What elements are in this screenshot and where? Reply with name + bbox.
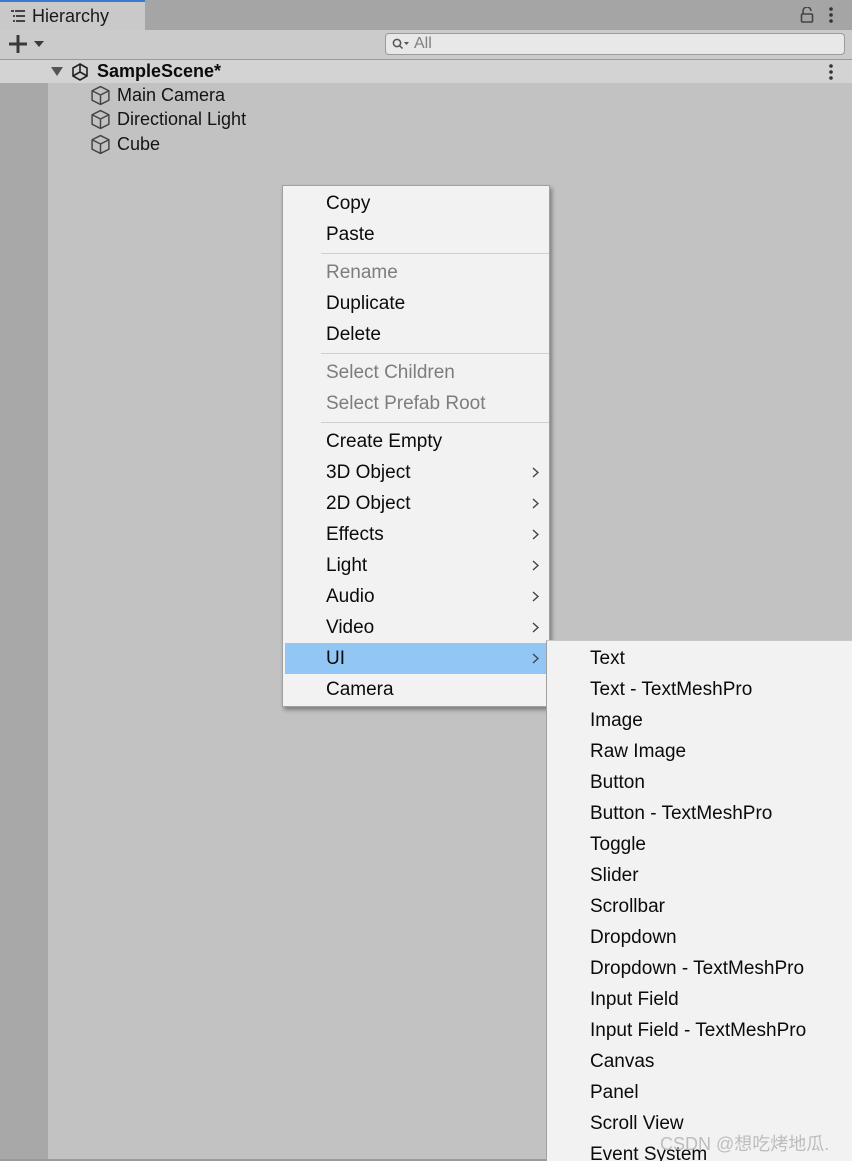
menu-item-ui[interactable]: UI: [285, 643, 547, 674]
menu-item-select-prefab-root: Select Prefab Root: [326, 393, 486, 414]
chevron-right-icon: [532, 560, 539, 571]
menu-separator: [321, 353, 549, 354]
scene-name: SampleScene*: [97, 61, 222, 81]
submenu-item-panel[interactable]: Panel: [547, 1077, 852, 1108]
hierarchy-toolbar: [0, 30, 852, 60]
submenu-item-text[interactable]: Text: [547, 643, 852, 674]
submenu-item-input-field[interactable]: Input Field: [547, 984, 852, 1015]
submenu-item-button[interactable]: Button: [547, 767, 852, 798]
window-titlebar: Hierarchy: [0, 0, 852, 30]
menu-item-label: Audio: [326, 586, 375, 607]
menu-item-effects[interactable]: Effects: [285, 519, 547, 550]
submenu-item-scrollbar[interactable]: Scrollbar: [547, 891, 852, 922]
menu-item-delete[interactable]: Delete: [285, 319, 547, 350]
menu-item-video[interactable]: Video: [285, 612, 547, 643]
menu-item-2d-object[interactable]: 2D Object: [285, 488, 547, 519]
menu-item-rename: Rename: [326, 262, 398, 283]
menu-item-create-empty[interactable]: Create Empty: [285, 426, 547, 457]
cube-icon: [91, 85, 110, 105]
add-object-button[interactable]: [8, 34, 45, 54]
search-icon: [392, 38, 409, 50]
menu-item-camera[interactable]: Camera: [285, 674, 547, 705]
chevron-right-icon: [532, 467, 539, 478]
hierarchy-list-icon: [11, 10, 25, 22]
hierarchy-item-label: Cube: [117, 133, 161, 154]
menu-item-paste[interactable]: Paste: [285, 219, 547, 250]
search-input[interactable]: [414, 35, 834, 53]
submenu-item-toggle[interactable]: Toggle: [547, 829, 852, 860]
chevron-right-icon: [532, 529, 539, 540]
tab-hierarchy[interactable]: Hierarchy: [0, 0, 145, 30]
chevron-right-icon: [532, 591, 539, 602]
lock-icon[interactable]: [800, 7, 814, 23]
menu-separator: [321, 253, 549, 254]
search-box[interactable]: [385, 33, 845, 55]
menu-item-duplicate[interactable]: Duplicate: [285, 288, 547, 319]
menu-item-label: 3D Object: [326, 462, 411, 483]
hierarchy-item-cube[interactable]: Cube: [90, 132, 160, 156]
menu-item-light[interactable]: Light: [285, 550, 547, 581]
menu-item-label: Light: [326, 555, 368, 576]
menu-item-3d-object[interactable]: 3D Object: [285, 457, 547, 488]
context-menu: Copy Paste Rename Duplicate Delete Selec…: [282, 185, 550, 707]
menu-separator: [321, 422, 549, 423]
hierarchy-item-label: Directional Light: [117, 108, 247, 129]
chevron-down-icon: [34, 41, 44, 47]
submenu-item-canvas[interactable]: Canvas: [547, 1046, 852, 1077]
ui-submenu: Text Text - TextMeshPro Image Raw Image …: [546, 640, 852, 1161]
submenu-item-slider[interactable]: Slider: [547, 860, 852, 891]
submenu-item-button-textmeshpro[interactable]: Button - TextMeshPro: [547, 798, 852, 829]
cube-icon: [91, 134, 110, 154]
menu-item-select-children: Select Children: [326, 362, 455, 383]
submenu-item-text-textmeshpro[interactable]: Text - TextMeshPro: [547, 674, 852, 705]
menu-item-label: UI: [326, 648, 345, 669]
submenu-item-input-field-textmeshpro[interactable]: Input Field - TextMeshPro: [547, 1015, 852, 1046]
tab-title: Hierarchy: [32, 5, 110, 26]
plus-icon: [9, 35, 27, 53]
menu-item-label: Effects: [326, 524, 384, 545]
chevron-right-icon: [532, 498, 539, 509]
submenu-item-dropdown-textmeshpro[interactable]: Dropdown - TextMeshPro: [547, 953, 852, 984]
submenu-item-dropdown[interactable]: Dropdown: [547, 922, 852, 953]
menu-item-audio[interactable]: Audio: [285, 581, 547, 612]
menu-item-copy[interactable]: Copy: [285, 188, 547, 219]
window-menu-kebab-icon[interactable]: [826, 6, 836, 24]
chevron-right-icon: [532, 622, 539, 633]
scene-menu-kebab-icon[interactable]: [826, 63, 836, 81]
hierarchy-gutter: [0, 60, 48, 1161]
hierarchy-item-directional-light[interactable]: Directional Light: [90, 107, 246, 131]
menu-item-label: 2D Object: [326, 493, 411, 514]
unity-logo-icon: [72, 63, 88, 81]
expand-arrow-icon[interactable]: [51, 67, 63, 77]
watermark: CSDN @想吃烤地瓜.: [660, 1134, 830, 1154]
hierarchy-item-main-camera[interactable]: Main Camera: [90, 83, 225, 107]
scene-row[interactable]: SampleScene*: [0, 60, 852, 83]
submenu-item-raw-image[interactable]: Raw Image: [547, 736, 852, 767]
hierarchy-item-label: Main Camera: [117, 84, 226, 105]
submenu-item-image[interactable]: Image: [547, 705, 852, 736]
cube-icon: [91, 109, 110, 129]
menu-item-label: Video: [326, 617, 375, 638]
chevron-right-icon: [532, 653, 539, 664]
